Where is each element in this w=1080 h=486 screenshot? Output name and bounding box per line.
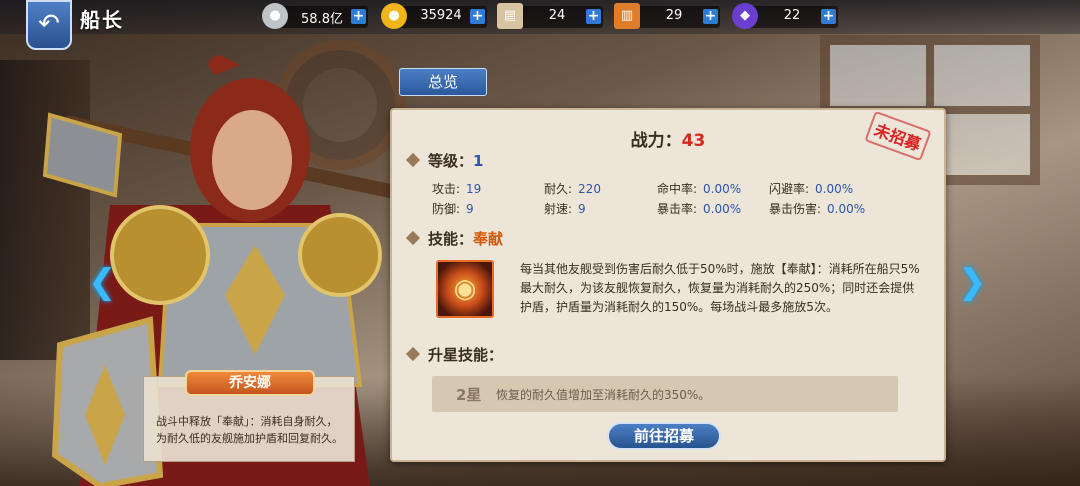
resource-value: 24 — [548, 8, 566, 23]
stat-label: 暴击伤害: — [769, 202, 822, 216]
stat-value: 19 — [466, 182, 482, 196]
diamond-bullet-icon — [405, 152, 421, 168]
stat-attack: 攻击: 19 — [432, 180, 552, 197]
stat-value: 9 — [578, 202, 586, 216]
resource-silver: ● 58.8亿 + — [262, 3, 368, 29]
stat-defense: 防御: 9 — [432, 200, 552, 217]
power-label: 战力： — [630, 131, 682, 151]
hero-name: 乔安娜 — [185, 370, 315, 396]
go-recruit-button[interactable]: 前往招募 — [607, 422, 721, 450]
stat-label: 暴击率: — [657, 202, 698, 216]
stat-label: 闪避率: — [769, 182, 810, 196]
skill-row: 技能：奉献 — [405, 228, 504, 249]
stat-durability: 耐久: 220 — [544, 180, 664, 197]
resource-gem: ◆ 22 + — [732, 3, 838, 29]
star-skill-row: 升星技能： — [405, 344, 504, 365]
stat-label: 耐久: — [544, 182, 573, 196]
stat-label: 攻击: — [432, 182, 461, 196]
next-captain-arrow-icon[interactable]: ❯ — [958, 262, 987, 302]
level-value: 1 — [473, 152, 484, 170]
skill-devotion-icon[interactable] — [436, 260, 494, 318]
resource-card: ▥ 29 + — [614, 3, 720, 29]
not-recruited-stamp: 未招募 — [864, 110, 932, 162]
stat-value: 0.00% — [815, 182, 854, 196]
back-button[interactable]: ↶ — [26, 0, 72, 50]
star-level: 2星 — [456, 386, 482, 404]
add-card-button[interactable]: + — [703, 9, 718, 24]
resource-gold: ● 35924 + — [381, 3, 487, 29]
stat-label: 射速: — [544, 202, 573, 216]
hero-name-card: 乔安娜 战斗中释放「奉献」：消耗自身耐久，为耐久低的友舰施加护盾和回复耐久。 — [143, 370, 355, 462]
resource-value: 29 — [665, 8, 683, 23]
scroll-icon: ▤ — [497, 3, 523, 29]
star-skill-label: 升星技能： — [428, 346, 504, 364]
resource-value: 35924 — [420, 8, 462, 23]
stat-value: 220 — [578, 182, 601, 196]
stat-fire-rate: 射速: 9 — [544, 200, 664, 217]
skill-label: 技能： — [428, 230, 474, 248]
stat-value: 0.00% — [703, 202, 742, 216]
hero-description: 战斗中释放「奉献」：消耗自身耐久，为耐久低的友舰施加护盾和回复耐久。 — [156, 415, 343, 445]
stat-label: 命中率: — [657, 182, 698, 196]
resource-value: 58.8亿 — [301, 12, 343, 27]
stat-dodge-rate: 闪避率: 0.00% — [769, 180, 909, 197]
diamond-bullet-icon — [405, 230, 421, 246]
resource-value: 22 — [783, 8, 801, 23]
add-scroll-button[interactable]: + — [586, 9, 601, 24]
gold-coin-icon: ● — [381, 3, 407, 29]
page-title: 船长 — [80, 8, 124, 32]
add-gem-button[interactable]: + — [821, 9, 836, 24]
stat-label: 防御: — [432, 202, 461, 216]
captain-info-panel: 战力：43 未招募 等级：1 攻击: 19 耐久: 220 命中率: 0.00% 闪避… — [390, 108, 946, 462]
stat-value: 9 — [466, 202, 474, 216]
star-skill-item: 2星 恢复的耐久值增加至消耗耐久的350%。 — [432, 376, 898, 412]
resource-scroll: ▤ 24 + — [497, 3, 603, 29]
previous-captain-arrow-icon[interactable]: ❮ — [88, 262, 117, 302]
star-skill-description: 恢复的耐久值增加至消耗耐久的350%。 — [496, 388, 711, 402]
skill-description: 每当其他友舰受到伤害后耐久低于50%时，施放【奉献】：消耗所在船只5%最大耐久，… — [520, 262, 920, 314]
silver-coin-icon: ● — [262, 3, 288, 29]
level-row: 等级：1 — [405, 150, 484, 171]
level-label: 等级： — [428, 152, 474, 170]
tab-overview[interactable]: 总览 — [399, 68, 487, 96]
add-gold-button[interactable]: + — [470, 9, 485, 24]
stat-value: 0.00% — [827, 202, 866, 216]
card-icon: ▥ — [614, 3, 640, 29]
gem-icon: ◆ — [732, 3, 758, 29]
diamond-bullet-icon — [405, 346, 421, 362]
add-silver-button[interactable]: + — [351, 9, 366, 24]
stat-value: 0.00% — [703, 182, 742, 196]
stat-crit-rate: 暴击率: 0.00% — [657, 200, 777, 217]
stat-hit-rate: 命中率: 0.00% — [657, 180, 777, 197]
stat-crit-damage: 暴击伤害: 0.00% — [769, 200, 909, 217]
power-row: 战力：43 — [392, 126, 944, 151]
power-value: 43 — [681, 131, 706, 151]
skill-name: 奉献 — [473, 230, 504, 248]
back-arrow-icon: ↶ — [38, 9, 60, 39]
